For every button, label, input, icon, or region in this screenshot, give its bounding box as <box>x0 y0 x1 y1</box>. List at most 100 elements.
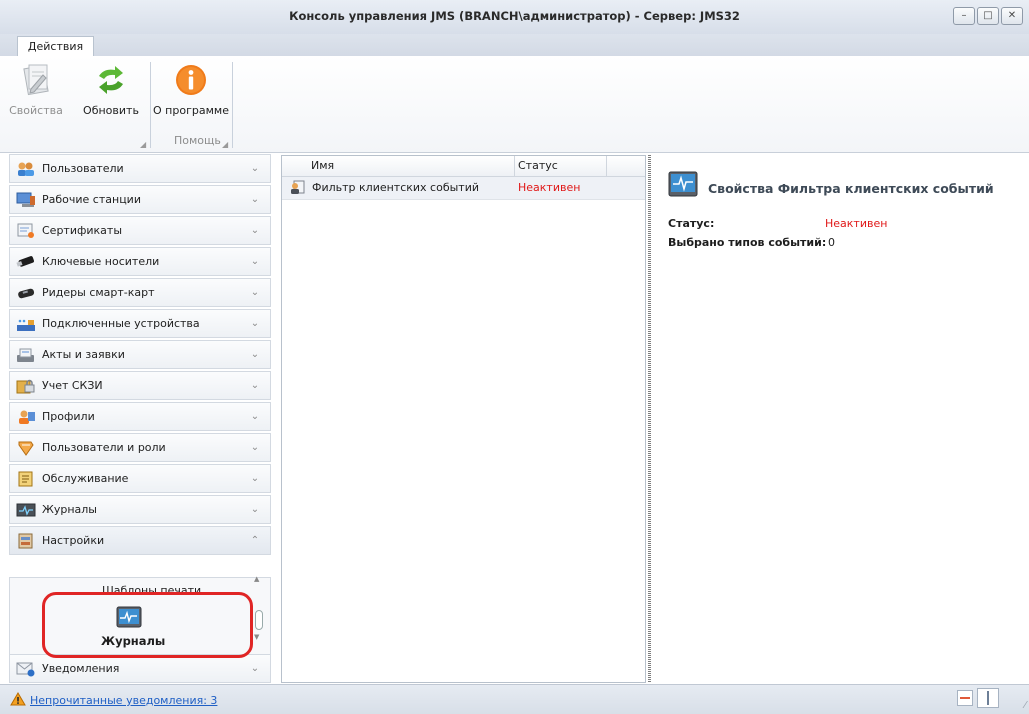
sidebar-item-journals[interactable]: Журналы ⌄ <box>9 495 271 524</box>
workstations-icon <box>16 191 36 209</box>
close-icon[interactable]: ✕ <box>1001 7 1023 25</box>
chevron-down-icon: ⌄ <box>250 287 260 298</box>
sidebar-item-workstations[interactable]: Рабочие станции ⌄ <box>9 185 271 214</box>
about-button[interactable]: О программе <box>153 60 229 117</box>
journals-icon <box>16 501 36 519</box>
journal-monitor-icon <box>668 171 698 202</box>
chevron-down-icon: ⌄ <box>250 473 260 484</box>
info-icon <box>153 60 229 100</box>
row-name: Фильтр клиентских событий <box>312 181 480 194</box>
notifications-icon <box>16 660 36 678</box>
row-status: Неактивен <box>518 181 581 194</box>
details-pane: Свойства Фильтра клиентских событий Стат… <box>654 155 1029 683</box>
chevron-down-icon: ⌄ <box>250 380 260 391</box>
sidebar-item-label: Подключенные устройства <box>42 317 200 330</box>
selection-highlight <box>42 592 253 658</box>
sidebar-item-acts[interactable]: Акты и заявки ⌄ <box>9 340 271 369</box>
sidebar-item-label: Учет СКЗИ <box>42 379 103 392</box>
sidebar-item-maintenance[interactable]: Обслуживание ⌄ <box>9 464 271 493</box>
pane-splitter[interactable] <box>648 155 651 683</box>
property-label-event-types: Выбрано типов событий: <box>668 236 827 249</box>
acts-icon <box>16 346 36 364</box>
chevron-down-icon: ⌄ <box>250 442 260 453</box>
refresh-label: Обновить <box>83 104 139 117</box>
column-header-name[interactable]: Имя <box>311 159 334 172</box>
window-controls: – □ ✕ <box>953 7 1023 25</box>
sidebar-item-label: Акты и заявки <box>42 348 125 361</box>
sidebar-item-smartcard-readers[interactable]: Ридеры смарт-карт ⌄ <box>9 278 271 307</box>
certificates-icon <box>16 222 36 240</box>
chevron-down-icon: ⌄ <box>250 256 260 267</box>
ribbon: Свойства Обновить ◢ О программе Помощь ◢ <box>0 56 1029 153</box>
crypto-accounting-icon <box>16 377 36 395</box>
group-launcher-icon[interactable]: ◢ <box>222 140 228 149</box>
chevron-down-icon: ⌄ <box>250 411 260 422</box>
resize-grip-icon[interactable]: ⁄ <box>1024 700 1026 711</box>
items-grid: Имя Статус Фильтр клиентских событий Неа… <box>281 155 646 683</box>
sidebar-item-roles[interactable]: Пользователи и роли ⌄ <box>9 433 271 462</box>
warning-icon <box>10 692 26 709</box>
column-divider[interactable] <box>514 156 515 176</box>
minimize-icon[interactable]: – <box>953 7 975 25</box>
property-value-event-types: 0 <box>828 236 835 249</box>
chevron-down-icon: ⌄ <box>250 194 260 205</box>
sidebar-item-settings[interactable]: Настройки ⌃ <box>9 526 271 555</box>
table-row[interactable]: Фильтр клиентских событий Неактивен <box>282 177 645 200</box>
chevron-down-icon: ⌄ <box>250 349 260 360</box>
window-title: Консоль управления JMS (BRANCH\администр… <box>289 9 740 23</box>
refresh-icon <box>80 60 142 100</box>
settings-icon <box>16 532 36 550</box>
chevron-down-icon: ⌄ <box>250 504 260 515</box>
ribbon-separator <box>232 62 233 148</box>
sidebar-item-profiles[interactable]: Профили ⌄ <box>9 402 271 431</box>
scroll-thumb[interactable] <box>255 610 263 630</box>
scroll-down-icon[interactable]: ▼ <box>254 633 259 641</box>
chevron-up-icon: ⌃ <box>250 535 260 546</box>
property-label-status: Статус: <box>668 217 715 230</box>
sidebar-item-crypto-accounting[interactable]: Учет СКЗИ ⌄ <box>9 371 271 400</box>
group-label-help: Помощь <box>174 134 221 147</box>
group-launcher-icon[interactable]: ◢ <box>140 140 146 149</box>
tab-actions[interactable]: Действия <box>17 36 94 57</box>
sidebar-item-key-tokens[interactable]: Ключевые носители ⌄ <box>9 247 271 276</box>
about-label: О программе <box>153 104 229 117</box>
property-value-status: Неактивен <box>825 217 888 230</box>
sidebar-item-label: Сертификаты <box>42 224 123 237</box>
sidebar-item-label: Уведомления <box>42 662 120 675</box>
column-divider[interactable] <box>606 156 607 176</box>
refresh-button[interactable]: Обновить <box>80 60 142 117</box>
properties-icon <box>6 60 66 100</box>
sidebar-item-devices[interactable]: Подключенные устройства ⌄ <box>9 309 271 338</box>
profiles-icon <box>16 408 36 426</box>
sidebar-item-users[interactable]: Пользователи ⌄ <box>9 154 271 183</box>
sidebar-item-label: Обслуживание <box>42 472 129 485</box>
scroll-up-icon[interactable]: ▲ <box>254 575 259 583</box>
sidebar-item-label: Настройки <box>42 534 105 547</box>
maximize-icon[interactable]: □ <box>977 7 999 25</box>
filter-icon <box>290 180 306 198</box>
properties-button[interactable]: Свойства <box>6 60 66 117</box>
properties-label: Свойства <box>9 104 63 117</box>
details-title: Свойства Фильтра клиентских событий <box>708 181 994 196</box>
sidebar-item-label: Пользователи <box>42 162 124 175</box>
users-icon <box>16 160 36 178</box>
maintenance-icon <box>16 470 36 488</box>
sidebar-item-label: Журналы <box>42 503 97 516</box>
status-bar: Непрочитанные уведомления: 3 ⁄ <box>0 684 1029 714</box>
ribbon-tab-strip: Действия <box>0 34 1029 57</box>
sidebar-item-label: Пользователи и роли <box>42 441 166 454</box>
vertical-layout-icon[interactable] <box>977 688 999 708</box>
sidebar-item-notifications[interactable]: Уведомления ⌄ <box>9 654 271 683</box>
sidebar-item-label: Профили <box>42 410 95 423</box>
column-header-status[interactable]: Статус <box>518 159 558 172</box>
settings-scrollbar[interactable]: ▲ ▼ <box>253 575 263 653</box>
chevron-down-icon: ⌄ <box>250 225 260 236</box>
chevron-down-icon: ⌄ <box>250 663 260 674</box>
unread-notifications-link[interactable]: Непрочитанные уведомления: 3 <box>30 694 217 707</box>
devices-icon <box>16 315 36 333</box>
sidebar-item-certificates[interactable]: Сертификаты ⌄ <box>9 216 271 245</box>
title-bar: Консоль управления JMS (BRANCH\администр… <box>0 0 1029 35</box>
horizontal-layout-icon[interactable] <box>957 690 973 706</box>
smartcard-reader-icon <box>16 284 36 302</box>
key-token-icon <box>16 253 36 271</box>
